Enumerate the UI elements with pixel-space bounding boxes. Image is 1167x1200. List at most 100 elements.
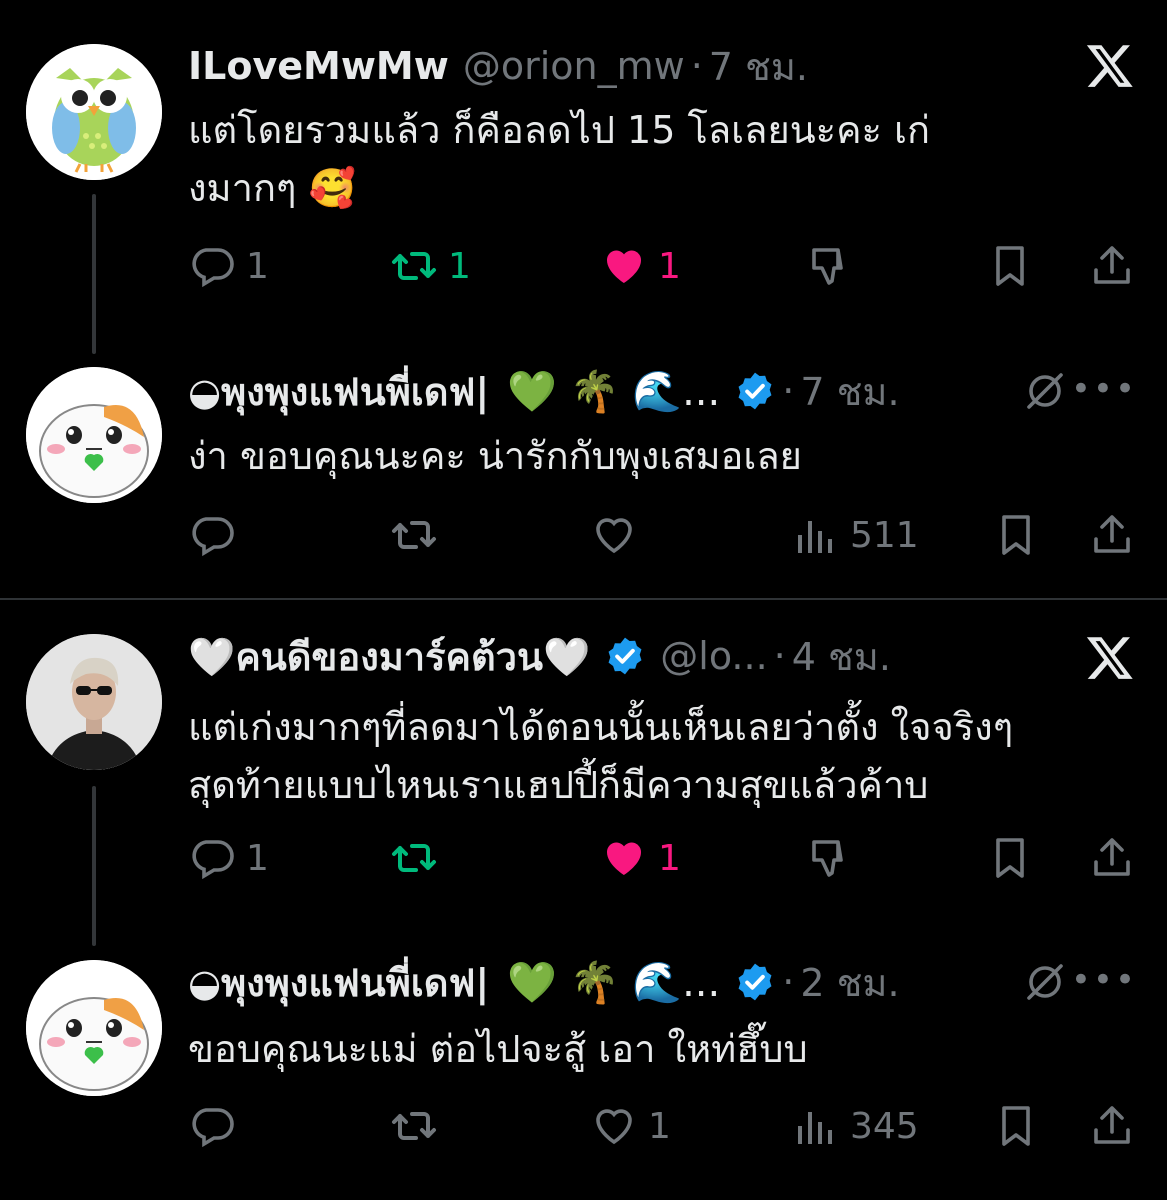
hamster-icon (26, 367, 162, 503)
more-options-icon[interactable]: ••• (1071, 960, 1137, 1000)
tweet-1[interactable]: ILoveMwMw @orion_mw · 7 ชม. แต่โดยรวมแล้… (0, 0, 1167, 354)
display-name[interactable]: ◒พุงพุงแฟนพี่เดฟ| (188, 361, 489, 422)
user-handle[interactable]: @lo... (660, 634, 767, 678)
views-icon (792, 511, 840, 559)
timestamp[interactable]: 7 ชม. (800, 361, 899, 422)
display-name[interactable]: 🤍คนดีของมาร์คต้วน🤍 (188, 626, 590, 687)
bookmark-button[interactable] (992, 507, 1040, 563)
share-button[interactable] (1088, 1098, 1136, 1154)
views-icon (792, 1102, 840, 1150)
separator-dot: · (782, 960, 795, 1004)
reply-button[interactable] (188, 1098, 236, 1154)
reply-icon (188, 242, 236, 290)
reply-icon (188, 1102, 236, 1150)
reply-button[interactable]: 1 (188, 238, 269, 294)
avatar[interactable] (26, 367, 162, 503)
views-button[interactable]: 345 (792, 1098, 919, 1154)
tweet-text: แต่เก่งมากๆที่ลดมาได้ตอนนั้นเห็นเลยว่าตั… (188, 698, 1137, 814)
tweet-text-line: งมากๆ 🥰 (188, 166, 356, 210)
bookmark-icon (986, 834, 1034, 882)
share-button[interactable] (1088, 830, 1136, 886)
bookmark-button[interactable] (986, 238, 1034, 294)
hamster-icon (26, 960, 162, 1096)
bookmark-icon (992, 511, 1040, 559)
bookmark-button[interactable] (992, 1098, 1040, 1154)
tweet-text: แต่โดยรวมแล้ว ก็คือลดไป 15 โลเลยนะคะ เก่… (188, 101, 1137, 217)
separator-dot: · (773, 634, 786, 678)
display-name[interactable]: ILoveMwMw (188, 44, 449, 88)
x-logo-icon[interactable] (1085, 40, 1135, 90)
heart-filled-icon (600, 242, 648, 290)
reply-button[interactable]: 1 (188, 830, 269, 886)
retweet-button[interactable]: 1 (390, 238, 471, 294)
like-button[interactable] (590, 507, 638, 563)
verified-badge-icon[interactable] (734, 370, 776, 412)
retweet-button[interactable] (390, 507, 438, 563)
tweet-text: ง่า ขอบคุณนะคะ น่ารักกับพุงเสมอเลย (188, 434, 802, 478)
tweet-3[interactable]: 🤍คนดีของมาร์คต้วน🤍 @lo... · 4 ชม. แต่เก่… (0, 600, 1167, 946)
share-icon (1088, 242, 1136, 290)
heart-filled-icon (600, 834, 648, 882)
heart-icon (590, 1102, 638, 1150)
action-bar: 1 345 (188, 1098, 1139, 1154)
timestamp[interactable]: 4 ชม. (792, 626, 891, 687)
mute-icon[interactable] (1021, 958, 1069, 1006)
bookmark-button[interactable] (986, 830, 1034, 886)
thumbs-down-icon (806, 242, 854, 290)
action-bar: 511 (188, 507, 1139, 563)
user-handle[interactable]: @orion_mw (463, 44, 685, 88)
tweet-text-line: แต่โดยรวมแล้ว ก็คือลดไป 15 โลเลยนะคะ เก่ (188, 108, 931, 152)
retweet-count: 1 (448, 245, 471, 287)
share-button[interactable] (1088, 507, 1136, 563)
mute-icon[interactable] (1021, 367, 1069, 415)
like-button[interactable]: 1 (600, 238, 681, 294)
retweet-button[interactable] (390, 830, 438, 886)
separator-dot: · (690, 44, 703, 88)
display-name[interactable]: ◒พุงพุงแฟนพี่เดฟ| (188, 952, 489, 1013)
avatar[interactable] (26, 634, 162, 770)
reply-icon (188, 834, 236, 882)
views-button[interactable]: 511 (792, 507, 919, 563)
verified-badge-icon[interactable] (734, 961, 776, 1003)
tweet-2[interactable]: ◒พุงพุงแฟนพี่เดฟ| 💚 🌴 🌊... · 7 ชม. ••• ง… (0, 345, 1167, 600)
owl-icon (26, 44, 162, 180)
reply-button[interactable] (188, 507, 236, 563)
share-icon (1088, 1102, 1136, 1150)
like-button[interactable]: 1 (590, 1098, 671, 1154)
like-count: 1 (658, 245, 681, 287)
views-count: 511 (850, 514, 919, 556)
retweet-button[interactable] (390, 1098, 438, 1154)
retweet-icon (390, 834, 438, 882)
person-photo (26, 634, 162, 770)
timestamp[interactable]: 2 ชม. (800, 952, 899, 1013)
verified-badge-icon[interactable] (604, 635, 646, 677)
x-logo-icon[interactable] (1085, 632, 1135, 682)
name-emojis: 💚 🌴 🌊... (507, 959, 721, 1006)
more-options-icon[interactable]: ••• (1071, 369, 1137, 409)
retweet-icon (390, 242, 438, 290)
timestamp[interactable]: 7 ชม. (709, 36, 808, 97)
tweet-text: ขอบคุณนะแม่ ต่อไปจะสู้ เอา ใหท่ฮึ๊บบ (188, 1027, 808, 1071)
thumbs-down-icon (806, 834, 854, 882)
bookmark-icon (986, 242, 1034, 290)
heart-icon (590, 511, 638, 559)
retweet-icon (390, 1102, 438, 1150)
like-button[interactable]: 1 (600, 830, 681, 886)
action-bar: 1 1 (188, 830, 1139, 886)
tweet-text-line: สุดท้ายแบบไหนเราแฮปปี้ก็มีความสุขแล้วค้า… (188, 763, 929, 807)
dislike-button[interactable] (806, 830, 854, 886)
share-button[interactable] (1088, 238, 1136, 294)
views-count: 345 (850, 1105, 919, 1147)
tweet-text-line: แต่เก่งมากๆที่ลดมาได้ตอนนั้นเห็นเลยว่าตั… (188, 705, 1014, 749)
like-count: 1 (658, 837, 681, 879)
dislike-button[interactable] (806, 238, 854, 294)
retweet-icon (390, 511, 438, 559)
reply-count: 1 (246, 245, 269, 287)
tweet-4[interactable]: ◒พุงพุงแฟนพี่เดฟ| 💚 🌴 🌊... · 2 ชม. ••• ข… (0, 940, 1167, 1200)
avatar[interactable] (26, 960, 162, 1096)
bookmark-icon (992, 1102, 1040, 1150)
action-bar: 1 1 1 (188, 238, 1139, 294)
avatar[interactable] (26, 44, 162, 180)
like-count: 1 (648, 1105, 671, 1147)
thread-line (92, 786, 96, 946)
